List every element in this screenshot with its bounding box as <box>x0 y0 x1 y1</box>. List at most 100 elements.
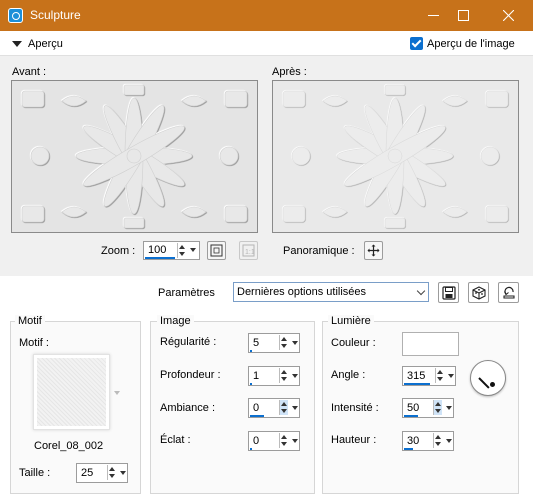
profondeur-label: Profondeur : <box>160 369 221 381</box>
motif-pattern-name: Corel_08_002 <box>34 440 104 452</box>
close-icon <box>502 10 514 21</box>
angle-dial-knob <box>490 382 495 387</box>
fit-window-icon <box>210 244 223 257</box>
hauteur-bar <box>404 448 413 450</box>
regularite-bar <box>250 350 252 352</box>
taille-value: 25 <box>81 467 94 479</box>
parametres-selected: Dernières options utilisées <box>237 286 367 298</box>
angle-input[interactable]: 315 <box>402 366 456 386</box>
regularite-label: Régularité : <box>160 336 217 348</box>
motif-field-label: Motif : <box>19 337 49 349</box>
eclat-bar <box>250 448 252 450</box>
eclat-label: Éclat : <box>160 434 191 446</box>
close-button[interactable] <box>488 0 528 31</box>
hauteur-spinner[interactable] <box>433 433 442 448</box>
reset-button[interactable] <box>498 282 519 303</box>
actual-size-button[interactable]: 1:1 <box>239 241 258 260</box>
hauteur-value: 30 <box>407 435 420 447</box>
before-label: Avant : <box>12 66 47 78</box>
intensite-bar <box>404 415 418 417</box>
chevron-down-icon <box>416 286 426 296</box>
profondeur-input[interactable]: 1 <box>248 366 300 386</box>
regularite-spinner[interactable] <box>279 335 288 350</box>
svg-text:1:1: 1:1 <box>245 249 255 256</box>
eclat-value: 0 <box>253 435 260 447</box>
motif-group-title: Motif <box>15 315 45 327</box>
intensite-spinner[interactable] <box>433 400 442 415</box>
hauteur-dropdown-arrow-icon[interactable] <box>446 439 452 443</box>
actual-size-icon: 1:1 <box>242 244 255 257</box>
regularite-input[interactable]: 5 <box>248 333 300 353</box>
window-title: Sculpture <box>30 8 81 22</box>
angle-dial-needle <box>478 377 490 389</box>
apercu-toggle-label[interactable]: Aperçu <box>28 38 63 50</box>
maximize-button[interactable] <box>443 0 483 31</box>
profondeur-dropdown-arrow-icon[interactable] <box>292 374 298 378</box>
fit-zoom-button[interactable] <box>207 241 226 260</box>
angle-spinner[interactable] <box>435 368 444 383</box>
zoom-value: 100 <box>148 244 167 256</box>
ambiance-value: 0 <box>253 402 260 414</box>
app-icon <box>8 8 23 23</box>
eclat-spinner[interactable] <box>279 433 288 448</box>
eclat-input[interactable]: 0 <box>248 431 300 451</box>
minimize-icon <box>427 15 439 16</box>
angle-label: Angle : <box>331 369 366 381</box>
taille-input[interactable]: 25 <box>76 463 128 483</box>
taille-spinner[interactable] <box>107 465 116 480</box>
collapse-triangle-icon[interactable] <box>12 41 22 47</box>
angle-dropdown-arrow-icon[interactable] <box>448 374 454 378</box>
ambiance-label: Ambiance : <box>160 402 216 414</box>
zoom-spinner[interactable] <box>177 243 186 258</box>
angle-bar <box>404 383 430 385</box>
save-preset-button[interactable] <box>438 282 459 303</box>
motif-dropdown-arrow-icon[interactable] <box>114 391 120 395</box>
ambiance-spinner[interactable] <box>279 400 288 415</box>
randomize-button[interactable] <box>468 282 489 303</box>
zoom-input[interactable]: 100 <box>143 241 200 260</box>
reset-icon <box>502 286 515 299</box>
taille-label: Taille : <box>19 467 51 479</box>
intensite-label: Intensité : <box>331 402 379 414</box>
motif-thumbnail[interactable] <box>33 354 110 430</box>
regularite-dropdown-arrow-icon[interactable] <box>292 341 298 345</box>
intensite-input[interactable]: 50 <box>402 398 454 418</box>
profondeur-bar <box>250 383 252 385</box>
after-preview-image[interactable] <box>272 80 519 233</box>
regularite-value: 5 <box>253 337 260 349</box>
after-label: Après : <box>272 66 307 78</box>
hauteur-label: Hauteur : <box>331 434 377 446</box>
apercu-image-checkbox[interactable] <box>410 37 423 50</box>
parametres-label: Paramètres <box>158 287 215 299</box>
couleur-label: Couleur : <box>331 337 376 349</box>
angle-value: 315 <box>407 370 426 382</box>
couleur-swatch[interactable] <box>402 332 459 356</box>
angle-dial[interactable] <box>470 360 506 396</box>
save-icon <box>441 285 456 300</box>
pan-move-icon <box>367 244 380 257</box>
lumiere-group-title: Lumière <box>328 315 374 327</box>
title-bar: Sculpture <box>0 0 533 31</box>
pan-button[interactable] <box>364 241 383 260</box>
ambiance-input[interactable]: 0 <box>248 398 300 418</box>
ambiance-bar <box>250 415 264 417</box>
parametres-select[interactable]: Dernières options utilisées <box>233 282 429 302</box>
zoom-dropdown-arrow-icon[interactable] <box>190 248 196 252</box>
ambiance-dropdown-arrow-icon[interactable] <box>292 406 298 410</box>
profondeur-spinner[interactable] <box>279 368 288 383</box>
maximize-icon <box>457 10 469 21</box>
apercu-image-label[interactable]: Aperçu de l'image <box>427 38 515 50</box>
intensite-value: 50 <box>407 402 420 414</box>
profondeur-value: 1 <box>253 370 260 382</box>
zoom-underline <box>145 257 175 259</box>
hauteur-input[interactable]: 30 <box>402 431 454 451</box>
panoramique-label: Panoramique : <box>283 245 355 257</box>
zoom-label: Zoom : <box>101 245 136 257</box>
image-group-title: Image <box>157 315 194 327</box>
eclat-dropdown-arrow-icon[interactable] <box>292 439 298 443</box>
intensite-dropdown-arrow-icon[interactable] <box>446 406 452 410</box>
dice-icon <box>471 285 486 300</box>
taille-dropdown-arrow-icon[interactable] <box>120 471 126 475</box>
preview-header: Aperçu Aperçu de l'image <box>0 31 533 56</box>
before-preview-image[interactable] <box>11 80 258 233</box>
